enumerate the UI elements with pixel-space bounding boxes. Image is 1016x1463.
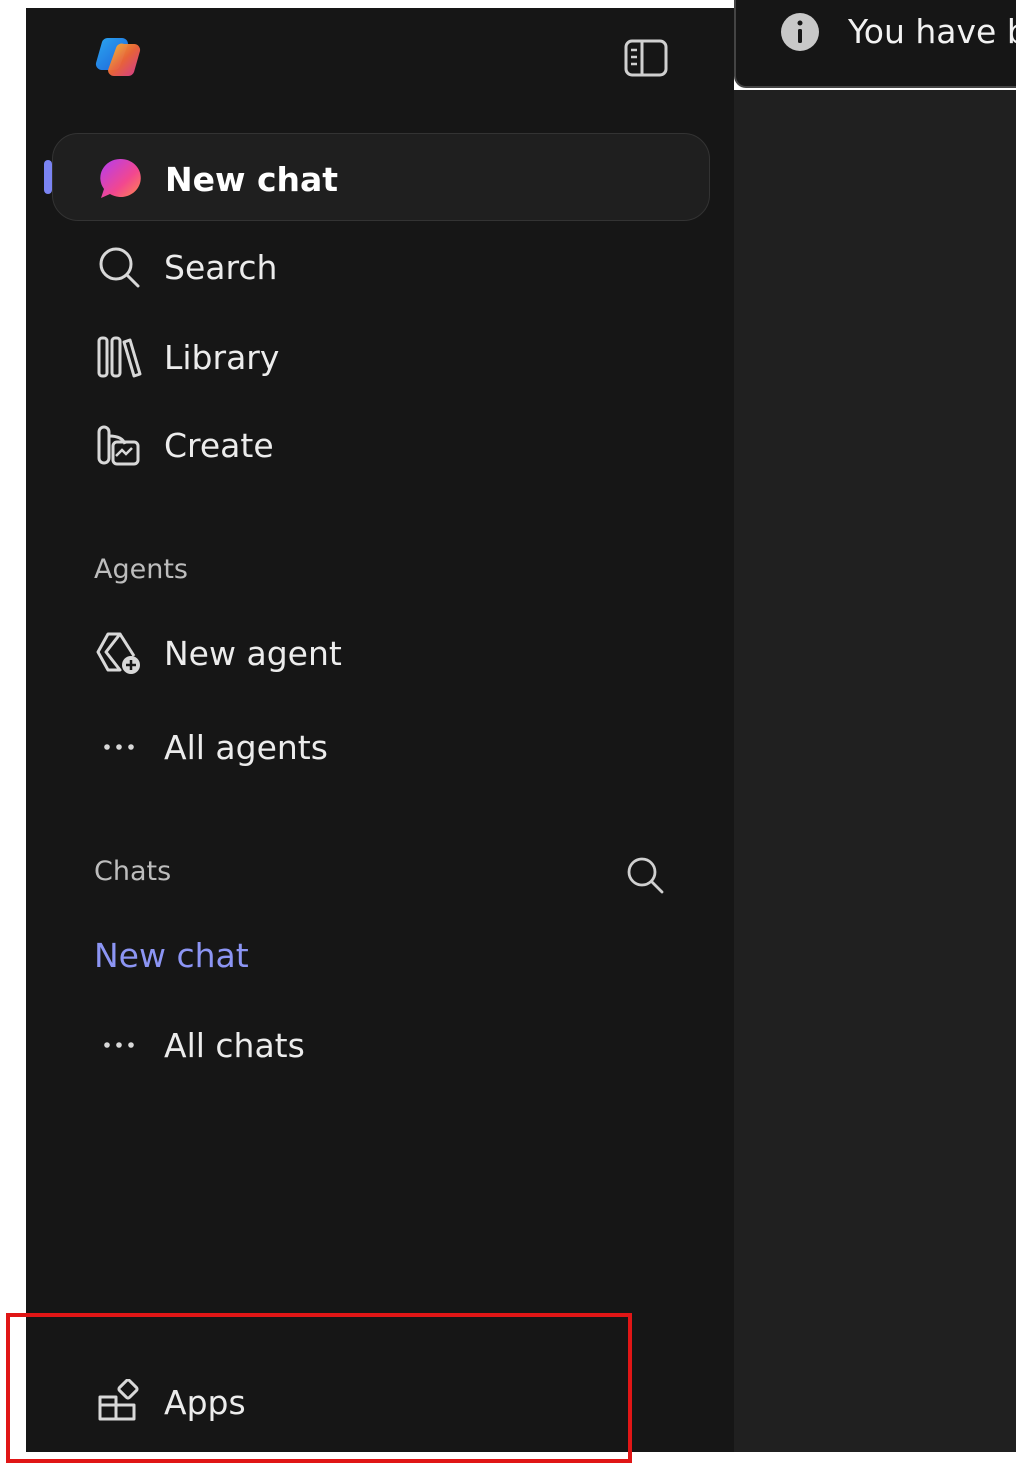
search-icon[interactable] xyxy=(624,854,666,896)
nav-new-agent-label: New agent xyxy=(164,634,342,673)
nav-library[interactable]: Library xyxy=(52,312,710,400)
main-content-area xyxy=(734,90,1016,1452)
nav-search-label: Search xyxy=(164,248,278,287)
library-icon xyxy=(96,334,142,380)
nav-create-label: Create xyxy=(164,426,274,465)
nav-new-agent[interactable]: New agent xyxy=(52,608,710,696)
copilot-logo-icon[interactable] xyxy=(94,34,144,80)
notice-text: You have b xyxy=(848,12,1016,51)
agents-section-label: Agents xyxy=(94,554,188,585)
active-indicator xyxy=(44,160,52,194)
nav-new-chat-label: New chat xyxy=(165,160,339,199)
nav-all-agents-label: All agents xyxy=(164,728,328,767)
notice-banner: You have b xyxy=(734,0,1016,88)
nav-all-chats-label: All chats xyxy=(164,1026,305,1065)
nav-search[interactable]: Search xyxy=(52,222,710,310)
search-icon xyxy=(96,244,142,290)
new-chat-bubble-icon xyxy=(97,156,143,202)
nav-all-chats[interactable]: All chats xyxy=(52,1000,710,1088)
create-icon xyxy=(96,422,142,468)
sidebar-toggle-icon[interactable] xyxy=(624,38,668,78)
highlight-box xyxy=(6,1313,632,1463)
recent-chat-item[interactable]: New chat xyxy=(94,936,249,975)
new-agent-icon xyxy=(96,630,142,676)
nav-create[interactable]: Create xyxy=(52,400,710,488)
more-horizontal-icon xyxy=(96,724,142,770)
nav-library-label: Library xyxy=(164,338,280,377)
nav-new-chat[interactable]: New chat xyxy=(52,133,710,221)
more-horizontal-icon xyxy=(96,1022,142,1068)
chats-section-label: Chats xyxy=(94,856,172,887)
nav-all-agents[interactable]: All agents xyxy=(52,702,710,790)
info-icon xyxy=(780,12,820,52)
